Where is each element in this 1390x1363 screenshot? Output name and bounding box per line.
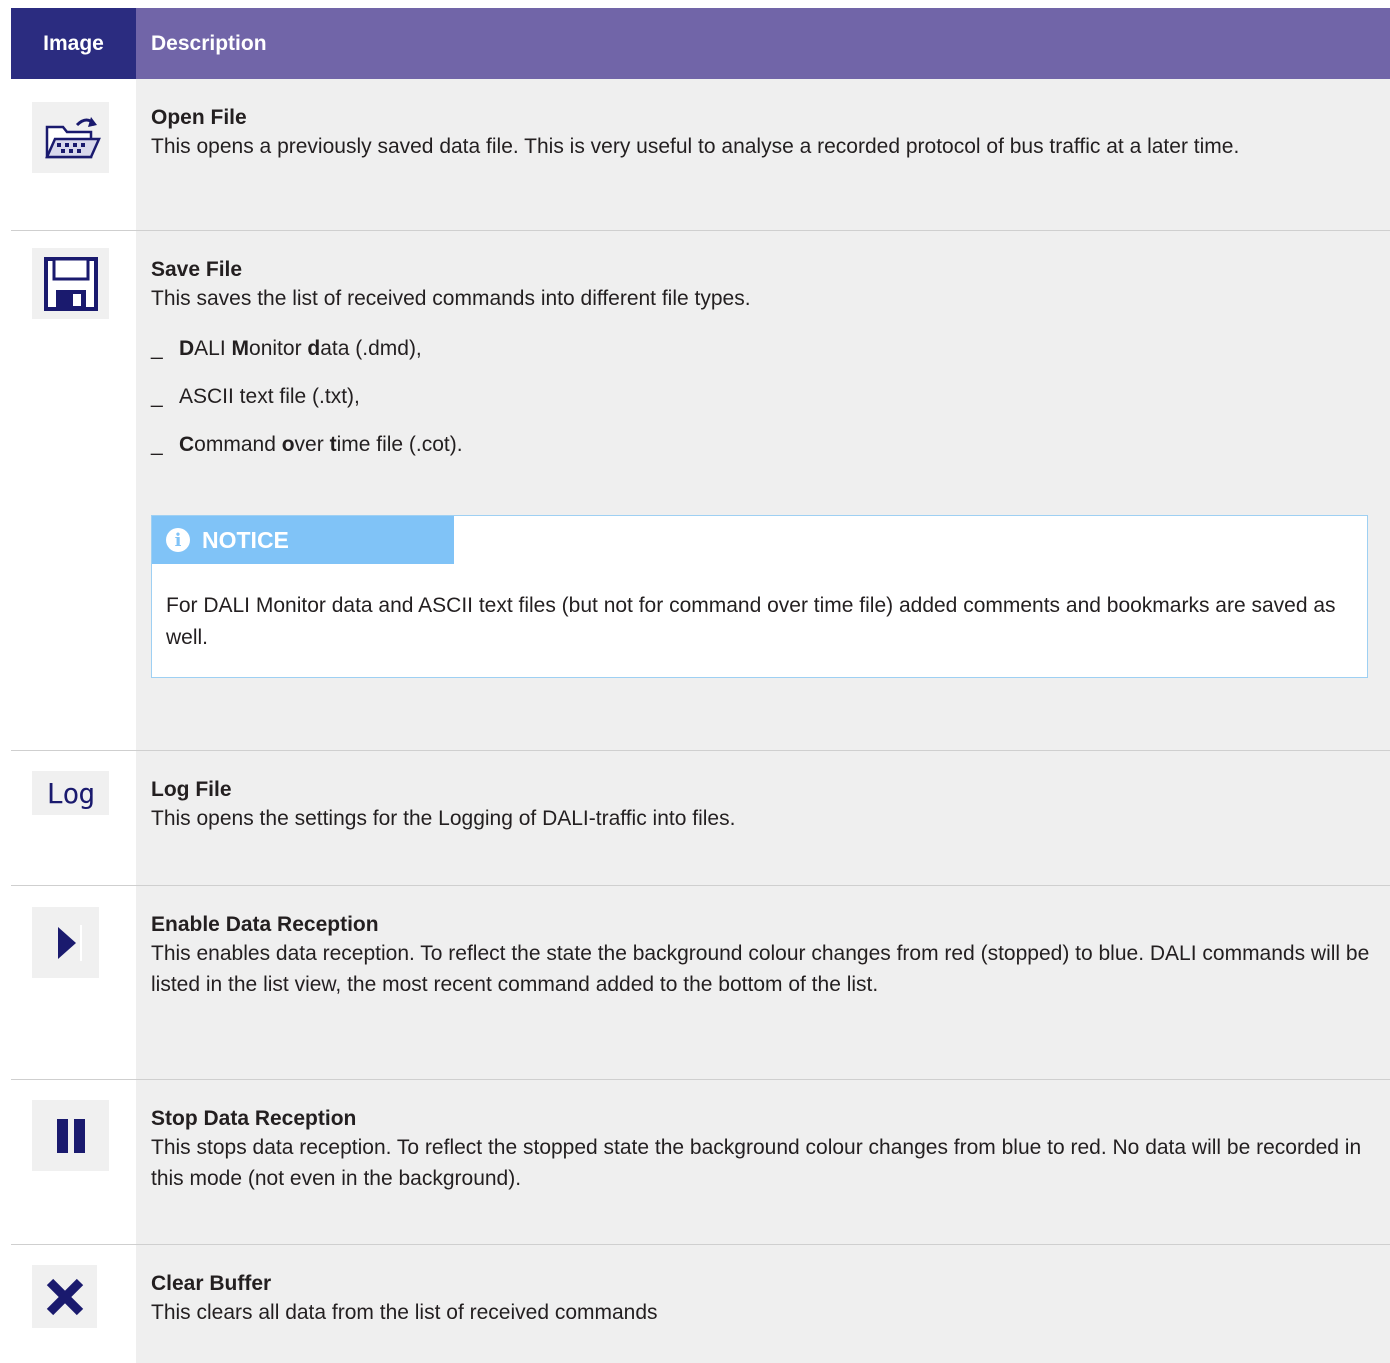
file-type-text: ommand [194,433,282,456]
file-type-text: ver [294,433,330,456]
close-x-icon [32,1265,97,1328]
open-folder-icon [32,102,109,173]
play-icon [32,907,99,978]
row-title: Clear Buffer [151,1272,272,1295]
table-row: Clear Buffer This clears all data from t… [11,1245,1390,1363]
info-icon: i [166,528,190,552]
floppy-save-icon [32,248,109,319]
table-row: Log Log File This opens the settings for… [11,751,1390,886]
description-table: Image Description Open File This opens a… [11,8,1390,1363]
row-image-cell [11,231,136,750]
row-title: Enable Data Reception [151,913,379,936]
table-row: Open File This opens a previously saved … [11,79,1390,231]
log-icon: Log [32,771,109,815]
row-title: Open File [151,106,247,129]
log-icon-text: Log [46,776,96,810]
file-type-text: C [179,433,195,456]
row-text: This stops data reception. To reflect th… [151,1136,1362,1190]
file-type-text: d [307,337,321,360]
table-header: Image Description [11,8,1390,79]
row-text: This enables data reception. To reflect … [151,942,1370,996]
notice-text: For DALI Monitor data and ASCII text fil… [166,594,1336,649]
row-text: This clears all data from the list of re… [151,1301,658,1324]
notice-box: i NOTICE For DALI Monitor data and ASCII… [151,515,1368,678]
file-type-text: ASCII text file (.txt), [179,385,360,408]
row-text: This opens a previously saved data file.… [151,135,1240,158]
table-row: Save File This saves the list of receive… [11,231,1390,751]
header-description: Description [136,8,1390,79]
bullet-marker: _ [151,337,163,360]
notice-label-text: NOTICE [202,526,289,553]
row-description-cell: Enable Data Reception This enables data … [136,886,1390,1079]
row-description-cell: Open File This opens a previously saved … [136,79,1390,230]
row-text: This saves the list of received commands… [151,287,751,310]
file-type-text: onitor [249,337,308,360]
row-title: Log File [151,778,232,801]
header-image: Image [11,8,136,79]
row-image-cell [11,886,136,1079]
notice-label: i NOTICE [152,516,454,564]
file-type-text: o [281,433,295,456]
bullet-marker: _ [151,385,163,408]
row-image-cell [11,1080,136,1244]
row-title: Save File [151,258,243,281]
row-description-cell: Save File This saves the list of receive… [136,231,1390,750]
file-type-text: ata (.dmd), [320,337,422,360]
row-image-cell: Log [11,751,136,885]
table-row: Stop Data Reception This stops data rece… [11,1080,1390,1245]
row-description-cell: Log File This opens the settings for the… [136,751,1390,885]
row-image-cell [11,1245,136,1363]
row-description-cell: Stop Data Reception This stops data rece… [136,1080,1390,1244]
file-type-text: D [179,337,195,360]
file-type-text: ime file (.cot). [336,433,463,456]
file-type-text: ALI [194,337,232,360]
file-type-item: _ DALI Monitor data (.dmd), [151,336,1390,362]
pause-icon [32,1100,109,1171]
bullet-marker: _ [151,433,163,456]
row-text: This opens the settings for the Logging … [151,807,736,830]
file-type-list: _ DALI Monitor data (.dmd), _ ASCII text fi… [151,336,1390,458]
row-image-cell [11,79,136,230]
row-description-cell: Clear Buffer This clears all data from t… [136,1245,1390,1363]
file-type-item: _ ASCII text file (.txt), [151,384,1390,410]
file-type-text: M [231,337,250,360]
table-row: Enable Data Reception This enables data … [11,886,1390,1080]
file-type-text: t [329,433,337,456]
row-title: Stop Data Reception [151,1107,357,1130]
file-type-item: _ Command over time file (.cot). [151,432,1390,458]
